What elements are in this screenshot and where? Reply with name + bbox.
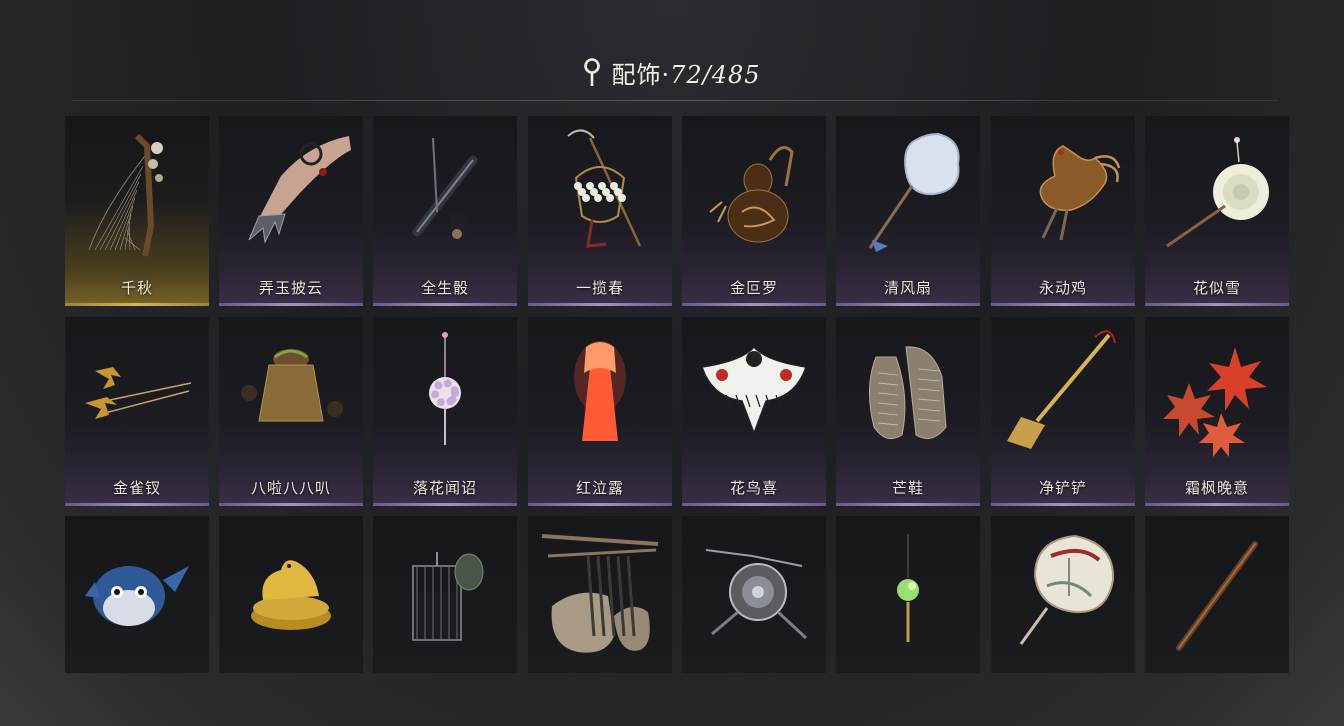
round-shield-blades-icon	[705, 549, 808, 640]
red-ghost-doll-icon	[574, 341, 626, 441]
card-highlight-bar	[1145, 503, 1289, 506]
accessory-name: 弄玉披云	[258, 279, 323, 297]
accessory-name: 永动鸡	[1038, 279, 1087, 297]
accessory-name: 红泣露	[575, 479, 624, 497]
straw-sandals-icon	[868, 346, 947, 440]
accessory-card[interactable]: 红泣露	[528, 317, 672, 506]
collection-count: 72/485	[670, 60, 761, 89]
card-highlight-bar	[373, 303, 517, 306]
accessory-name: 八啦八八叭	[250, 479, 331, 497]
card-highlight-bar	[836, 303, 980, 306]
card-highlight-bar	[682, 303, 826, 306]
golden-bird-nest-icon	[251, 560, 331, 630]
accessory-card[interactable]: 金雀钗	[65, 317, 209, 506]
maple-leaves-icon	[1163, 347, 1267, 457]
golden-bird-hairpin-icon	[85, 367, 192, 419]
collection-header: 配饰·72/485	[0, 52, 1344, 92]
swallow-kite-icon	[701, 345, 807, 436]
accessory-name: 千秋	[120, 279, 153, 297]
card-highlight-bar	[219, 303, 363, 306]
card-highlight-bar	[836, 503, 980, 506]
gourd-flask-icon	[709, 146, 794, 243]
location-pin-icon	[584, 58, 601, 86]
card-highlight-bar	[65, 303, 209, 306]
accessory-card[interactable]	[682, 516, 826, 673]
accessory-card[interactable]	[219, 516, 363, 673]
accessory-card[interactable]: 永动鸡	[991, 116, 1135, 306]
accessory-card[interactable]	[373, 516, 517, 673]
accessory-name: 净铲铲	[1038, 479, 1087, 497]
wooden-staff-icon	[1176, 541, 1258, 651]
page-title: 配饰·72/485	[611, 55, 760, 90]
title-separator: ·	[661, 60, 671, 89]
flower-basket-hoe-icon	[567, 129, 642, 248]
mechanical-rooster-icon	[1039, 145, 1121, 241]
accessory-card[interactable]	[528, 516, 672, 673]
accessory-card[interactable]: 弄玉披云	[219, 116, 363, 306]
round-fan-icon	[868, 132, 960, 252]
bamboo-lantern-cage-icon	[412, 552, 484, 641]
card-highlight-bar	[219, 503, 363, 506]
accessory-card[interactable]: 金叵罗	[682, 116, 826, 306]
accessory-name: 霜枫晚意	[1184, 479, 1249, 497]
accessory-card[interactable]	[1145, 516, 1289, 673]
accessory-card[interactable]: 落花闻诏	[373, 317, 517, 506]
white-flower-hairpin-icon	[1166, 137, 1269, 248]
accessory-name: 金叵罗	[729, 279, 778, 297]
accessory-card[interactable]: 霜枫晚意	[1145, 317, 1289, 506]
accessory-card[interactable]: 一揽春	[528, 116, 672, 306]
card-highlight-bar	[528, 503, 672, 506]
accessory-card[interactable]	[836, 516, 980, 673]
jade-pendant-icon	[897, 534, 919, 642]
card-highlight-bar	[991, 303, 1135, 306]
accessory-card[interactable]: 花似雪	[1145, 116, 1289, 306]
golden-shovel-icon	[1007, 330, 1116, 449]
header-divider	[72, 100, 1278, 101]
blue-bird-plush-icon	[85, 566, 189, 626]
accessory-card[interactable]: 千秋	[65, 116, 209, 306]
accessory-card[interactable]	[65, 516, 209, 673]
accessory-card[interactable]: 清风扇	[836, 116, 980, 306]
accessory-card[interactable]: 芒鞋	[836, 317, 980, 506]
card-highlight-bar	[373, 503, 517, 506]
card-highlight-bar	[65, 503, 209, 506]
flower-ball-pendant-icon	[429, 332, 461, 445]
accessory-name: 一揽春	[575, 279, 624, 297]
accessory-name: 花鸟喜	[729, 479, 778, 497]
flute-ornament-icon	[412, 137, 478, 239]
title-label: 配饰	[611, 60, 662, 89]
card-highlight-bar	[991, 503, 1135, 506]
accessory-name: 全生骰	[420, 279, 469, 297]
accessory-name: 金雀钗	[112, 479, 161, 497]
traveler-backpack-icon	[541, 534, 659, 653]
accessory-card[interactable]: 八啦八八叭	[219, 317, 363, 506]
painted-fan-icon	[1019, 534, 1115, 645]
accessory-card[interactable]: 全生骰	[373, 116, 517, 306]
accessory-name: 花似雪	[1192, 279, 1241, 297]
card-highlight-bar	[682, 503, 826, 506]
accessory-name: 落花闻诏	[412, 479, 477, 497]
card-highlight-bar	[1145, 303, 1289, 306]
accessory-name: 清风扇	[883, 279, 932, 297]
accessory-card[interactable]: 净铲铲	[991, 317, 1135, 506]
accessory-card[interactable]: 花鸟喜	[682, 317, 826, 506]
card-highlight-bar	[528, 303, 672, 306]
bronze-bell-creature-icon	[241, 349, 343, 422]
harp-flower-icon	[88, 133, 163, 257]
accessory-name: 芒鞋	[891, 479, 924, 497]
claw-gauntlet-icon	[248, 136, 351, 244]
accessory-card[interactable]	[991, 516, 1135, 673]
